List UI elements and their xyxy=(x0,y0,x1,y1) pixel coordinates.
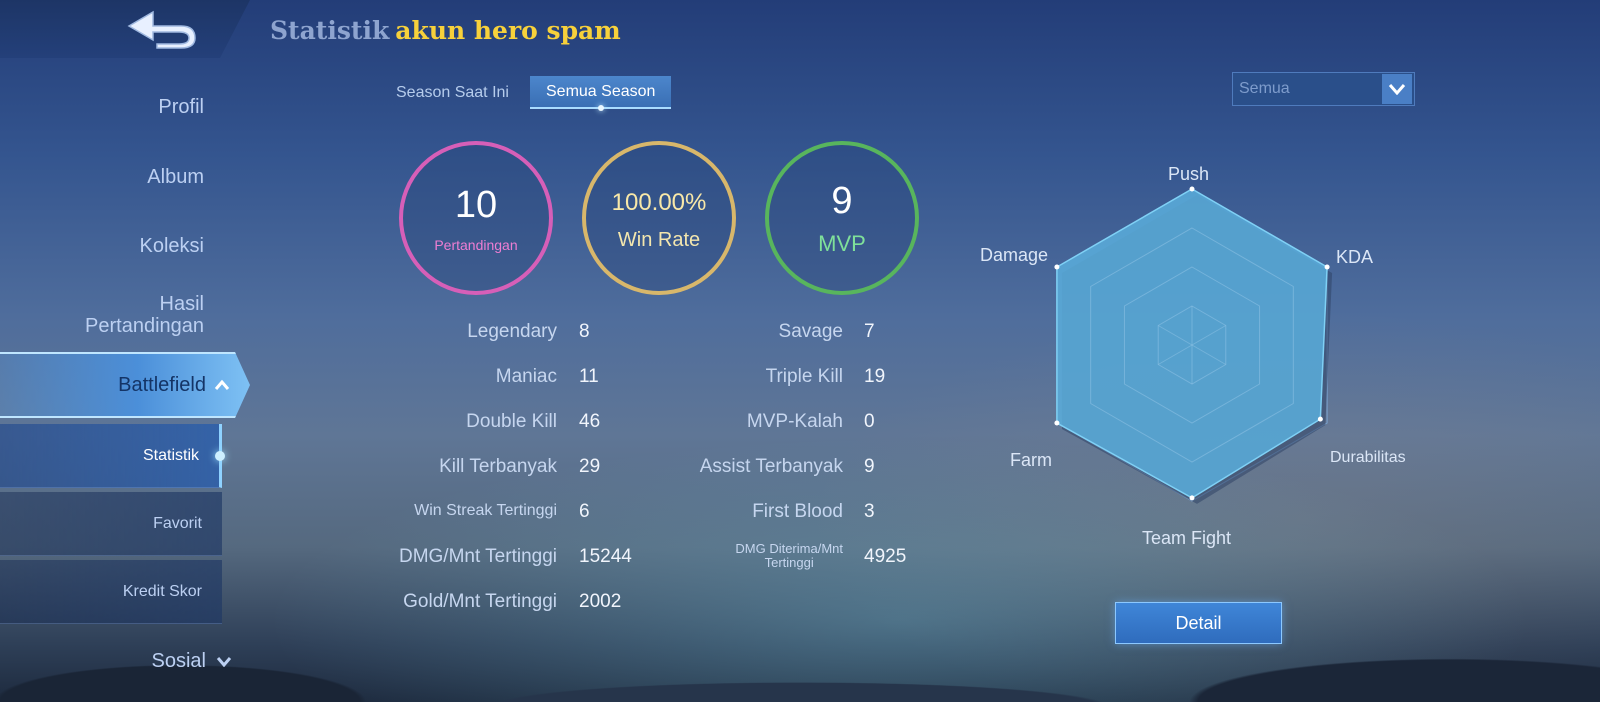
stat-label-dmg-diterima: DMG Diterima/Mnt Tertinggi xyxy=(735,541,843,570)
stat-label-assist-terbanyak: Assist Terbanyak xyxy=(699,456,843,477)
stat-label-savage: Savage xyxy=(778,321,843,342)
chevron-down-icon xyxy=(1388,84,1406,95)
chevron-down-icon xyxy=(216,657,232,667)
back-button[interactable] xyxy=(120,6,204,52)
sidebar-item-sosial[interactable]: Sosial xyxy=(152,650,232,672)
tab-all-seasons-label: Semua Season xyxy=(546,82,656,100)
sidebar-item-koleksi[interactable]: Koleksi xyxy=(140,235,204,257)
stat-label-maniac: Maniac xyxy=(495,366,557,387)
stat-value-double-kill: 46 xyxy=(579,411,601,432)
stat-label-dmg-mnt: DMG/Mnt Tertinggi xyxy=(398,546,557,567)
stat-label-triple-kill: Triple Kill xyxy=(765,366,843,387)
back-arrow-icon xyxy=(127,10,196,49)
stat-label-mvp-kalah: MVP-Kalah xyxy=(746,411,843,432)
page-title-prefix: Statistik xyxy=(270,16,390,45)
stat-value-assist-terbanyak: 9 xyxy=(864,456,875,477)
stat-value-mvp-kalah: 0 xyxy=(864,411,875,432)
sidebar-item-battlefield[interactable]: Battlefield xyxy=(0,352,230,418)
stat-label-gold-mnt: Gold/Mnt Tertinggi xyxy=(403,591,557,612)
radar-chart xyxy=(1054,186,1333,504)
stat-value-win-streak: 6 xyxy=(579,501,590,522)
winrate-circle: 100.00% Win Rate xyxy=(582,141,736,295)
background-scenery xyxy=(0,582,1600,702)
sidebar-subitem-statistik-label: Statistik xyxy=(142,446,199,464)
sidebar-subitem-kredit-skor[interactable]: Kredit Skor xyxy=(0,560,222,624)
sidebar-item-hasil-pertandingan[interactable]: Hasil Pertandingan xyxy=(85,293,204,337)
tab-active-dot xyxy=(597,105,604,111)
stat-value-first-blood: 3 xyxy=(864,501,875,522)
stat-value-triple-kill: 19 xyxy=(864,366,886,387)
matches-label: Pertandingan xyxy=(434,237,518,253)
stat-label-legendary: Legendary xyxy=(467,321,557,342)
page-title: Statistik akun hero spam xyxy=(270,16,621,45)
radar-point-damage xyxy=(1054,264,1060,270)
detail-button[interactable]: Detail xyxy=(1115,602,1282,644)
stat-value-legendary: 8 xyxy=(579,321,590,342)
stat-label-kill-terbanyak: Kill Terbanyak xyxy=(439,456,557,477)
sidebar-subitem-favorit[interactable]: Favorit xyxy=(0,492,222,556)
winrate-label: Win Rate xyxy=(617,228,701,251)
radar-label-farm: Farm xyxy=(1010,450,1052,470)
sidebar-item-album[interactable]: Album xyxy=(147,166,204,188)
stat-label-win-streak: Win Streak Tertinggi xyxy=(414,502,557,519)
radar-label-durabilitas: Durabilitas xyxy=(1330,449,1406,466)
sidebar-item-sosial-label: Sosial xyxy=(151,650,206,672)
winrate-value: 100.00% xyxy=(611,188,707,216)
stat-value-dmg-mnt: 15244 xyxy=(579,546,632,567)
stat-value-savage: 7 xyxy=(864,321,875,342)
mvp-value: 9 xyxy=(831,180,853,222)
tab-all-seasons[interactable]: Semua Season xyxy=(530,76,672,111)
stat-label-first-blood: First Blood xyxy=(752,501,843,522)
radar-label-team-fight: Team Fight xyxy=(1142,528,1232,548)
account-name: akun hero spam xyxy=(395,16,621,45)
stat-label-double-kill: Double Kill xyxy=(466,411,557,432)
sidebar-item-profil[interactable]: Profil xyxy=(158,96,204,118)
sidebar-subitem-kredit-skor-label: Kredit Skor xyxy=(122,582,202,600)
filter-dropdown-value: Semua xyxy=(1239,80,1290,97)
matches-value: 10 xyxy=(454,184,498,226)
stat-value-kill-terbanyak: 29 xyxy=(579,456,601,477)
active-indicator-dot xyxy=(215,451,225,461)
tab-current-season[interactable]: Season Saat Ini xyxy=(380,76,525,109)
radar-point-push xyxy=(1189,186,1195,192)
radar-label-kda: KDA xyxy=(1336,247,1374,267)
sidebar-item-battlefield-label: Battlefield xyxy=(118,373,206,396)
sidebar-subitem-favorit-label: Favorit xyxy=(153,514,202,532)
mvp-circle: 9 MVP xyxy=(765,141,919,295)
mvp-label: MVP xyxy=(818,231,866,256)
radar-point-durabilitas xyxy=(1317,416,1323,422)
dropdown-arrow[interactable] xyxy=(1382,74,1412,104)
radar-point-team_fight xyxy=(1189,495,1195,501)
chevron-up-icon xyxy=(214,379,230,390)
matches-circle: 10 Pertandingan xyxy=(399,141,553,295)
sidebar-subitem-statistik[interactable]: Statistik xyxy=(0,424,225,488)
stat-value-maniac: 11 xyxy=(579,366,599,387)
radar-point-kda xyxy=(1324,264,1330,270)
stat-value-dmg-diterima: 4925 xyxy=(864,546,907,567)
filter-dropdown[interactable]: Semua xyxy=(1232,72,1415,106)
stat-value-gold-mnt: 2002 xyxy=(579,591,622,612)
radar-point-farm xyxy=(1054,420,1060,426)
radar-label-push: Push xyxy=(1168,164,1210,184)
radar-label-damage: Damage xyxy=(980,245,1049,265)
